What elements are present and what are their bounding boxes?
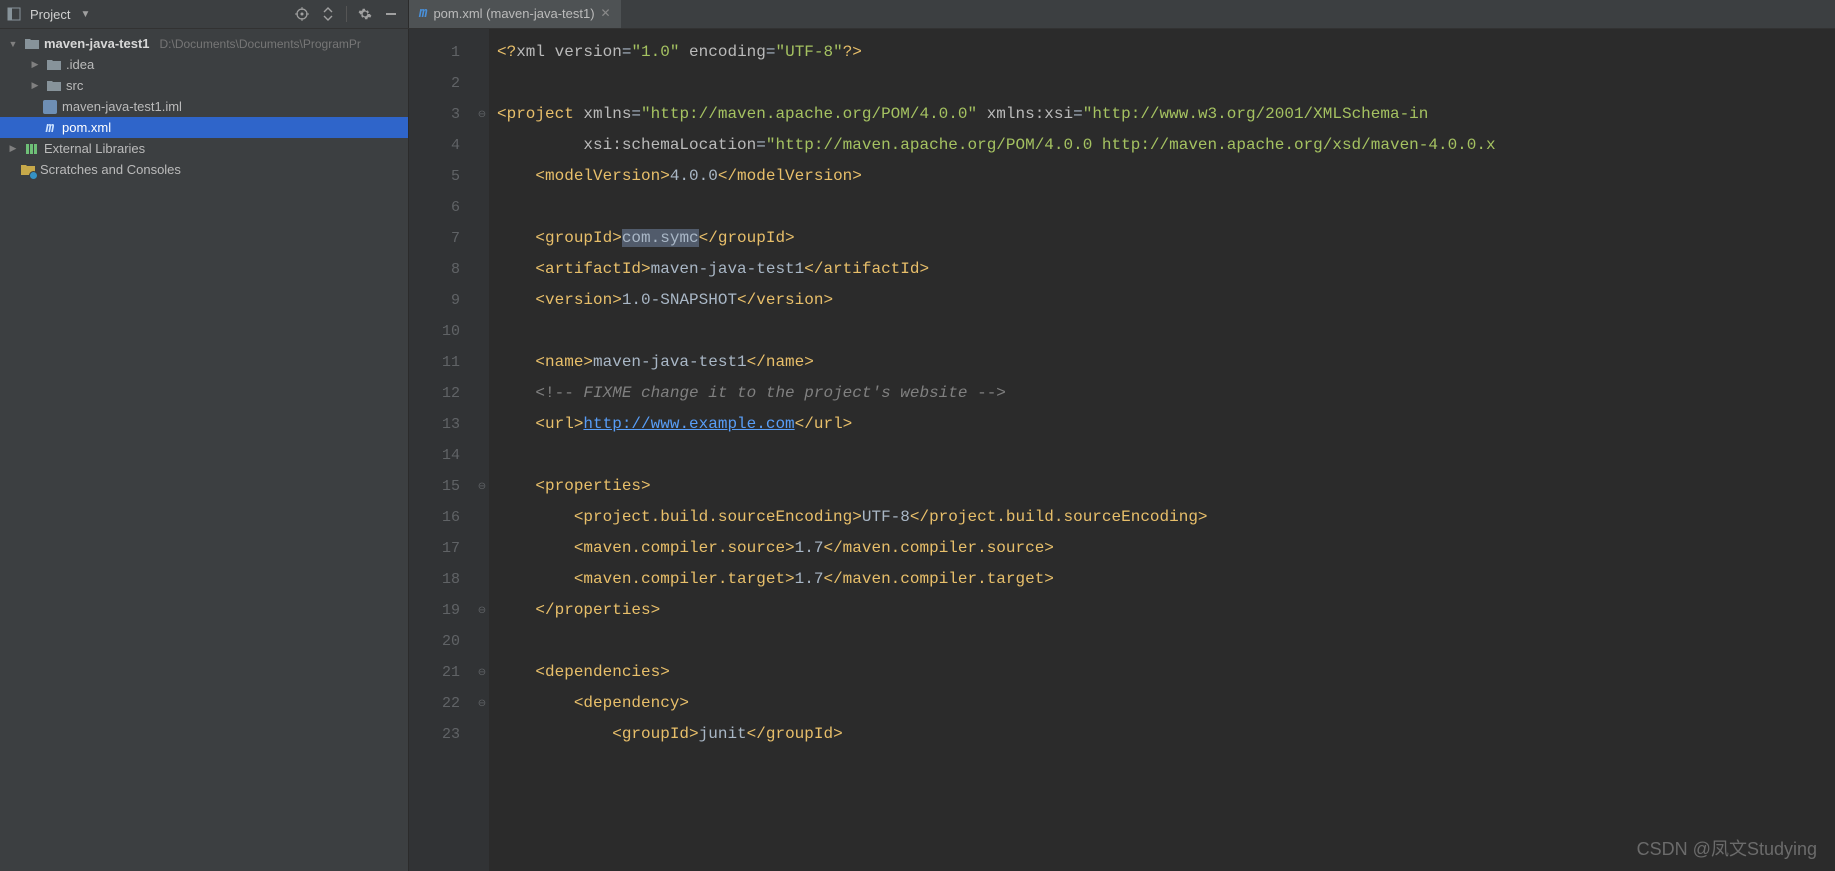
- dropdown-arrow-icon[interactable]: ▼: [80, 9, 90, 20]
- folder-icon: [46, 57, 62, 73]
- tree-src-folder[interactable]: ▶ src: [0, 75, 408, 96]
- tree-scratches[interactable]: Scratches and Consoles: [0, 159, 408, 180]
- expand-all-icon[interactable]: [317, 3, 339, 25]
- tree-label: External Libraries: [44, 141, 145, 156]
- editor-tabs: m pom.xml (maven-java-test1) ✕: [409, 0, 621, 28]
- tab-label: pom.xml (maven-java-test1): [433, 6, 594, 21]
- tree-iml-file[interactable]: maven-java-test1.iml: [0, 96, 408, 117]
- code-area[interactable]: <?xml version="1.0" encoding="UTF-8"?> <…: [489, 29, 1835, 871]
- code-editor[interactable]: 1234567891011121314151617181920212223 ⊖⊖…: [409, 29, 1835, 871]
- maven-icon: m: [42, 120, 58, 136]
- folder-icon: [46, 78, 62, 94]
- scratches-icon: [20, 162, 36, 178]
- tree-label: maven-java-test1.iml: [62, 99, 182, 114]
- tree-root[interactable]: ▼ maven-java-test1 D:\Documents\Document…: [0, 33, 408, 54]
- project-toolbar-title[interactable]: Project: [30, 7, 70, 22]
- tab-pom-xml[interactable]: m pom.xml (maven-java-test1) ✕: [409, 0, 621, 28]
- iml-file-icon: [42, 99, 58, 115]
- project-path: D:\Documents\Documents\ProgramPr: [160, 37, 361, 51]
- tree-label: src: [66, 78, 83, 93]
- chevron-down-icon[interactable]: ▼: [6, 39, 20, 49]
- line-gutter: 1234567891011121314151617181920212223: [409, 29, 475, 871]
- tree-label: pom.xml: [62, 120, 111, 135]
- tree-label: Scratches and Consoles: [40, 162, 181, 177]
- close-icon[interactable]: ✕: [601, 6, 611, 20]
- locate-icon[interactable]: [291, 3, 313, 25]
- tree-pom-file[interactable]: m pom.xml: [0, 117, 408, 138]
- project-name: maven-java-test1: [44, 36, 150, 51]
- chevron-right-icon[interactable]: ▶: [28, 59, 42, 70]
- project-tree: ▼ maven-java-test1 D:\Documents\Document…: [0, 29, 409, 871]
- maven-icon: m: [419, 5, 427, 21]
- module-icon: [24, 36, 40, 52]
- gear-icon[interactable]: [354, 3, 376, 25]
- separator: [346, 6, 347, 22]
- hide-icon[interactable]: [380, 3, 402, 25]
- tree-label: .idea: [66, 57, 94, 72]
- tree-idea-folder[interactable]: ▶ .idea: [0, 54, 408, 75]
- tree-external-libs[interactable]: ▶ External Libraries: [0, 138, 408, 159]
- chevron-right-icon[interactable]: ▶: [6, 143, 20, 154]
- library-icon: [24, 141, 40, 157]
- chevron-right-icon[interactable]: ▶: [28, 80, 42, 91]
- fold-column: ⊖⊖⊖⊖⊖: [475, 29, 489, 871]
- project-view-icon: [6, 6, 22, 22]
- project-toolbar: Project ▼: [0, 0, 409, 28]
- watermark-text: CSDN @凤文Studying: [1637, 835, 1817, 861]
